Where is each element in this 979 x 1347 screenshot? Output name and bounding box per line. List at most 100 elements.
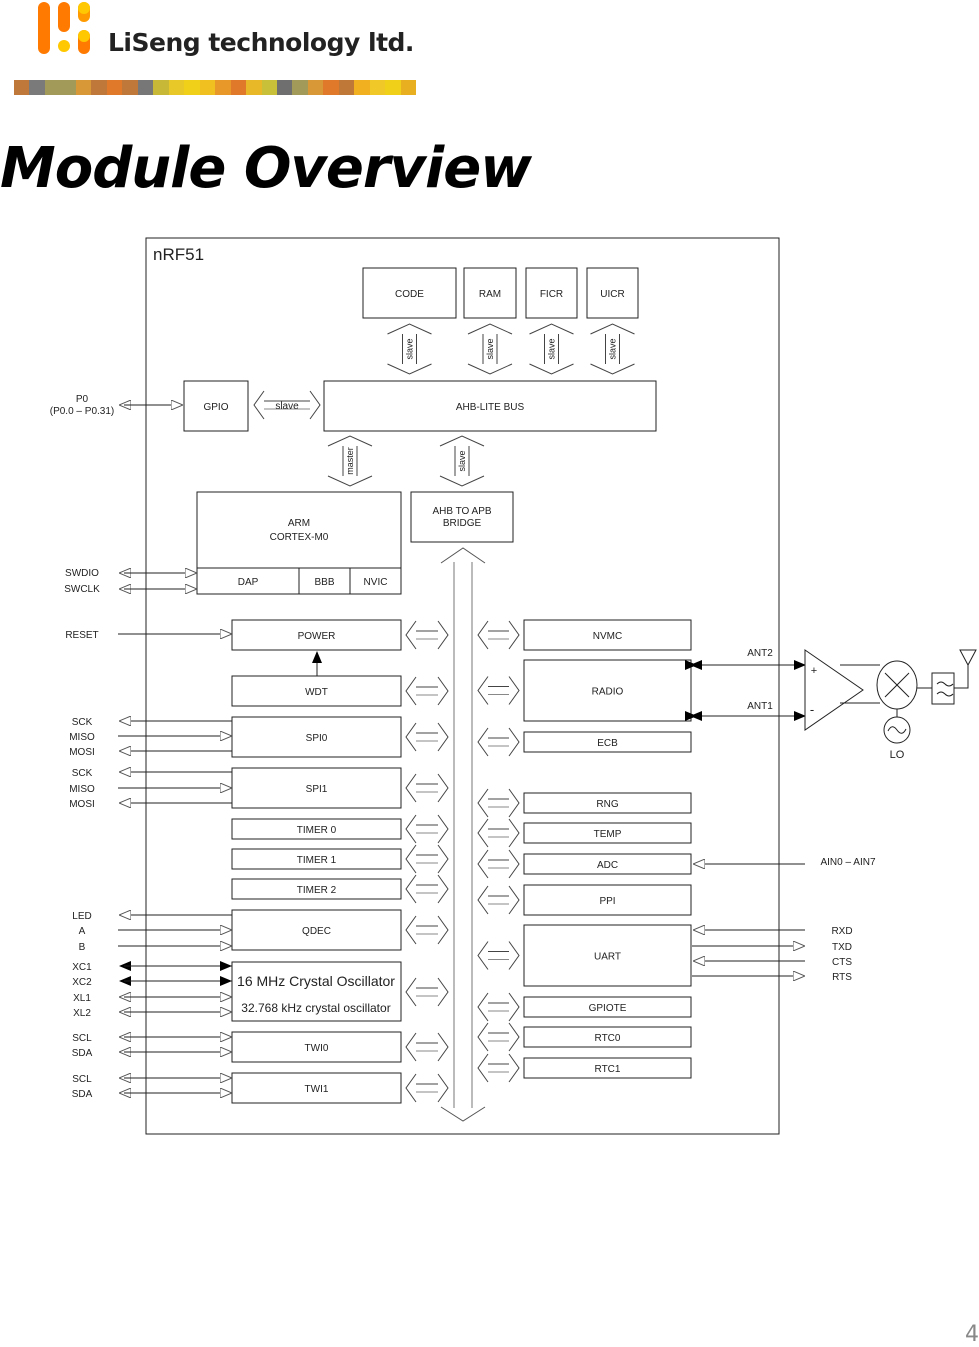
memory-slave-arrow-2-head-bottom xyxy=(529,363,574,375)
peripheral-timer1-label: TIMER 1 xyxy=(297,855,337,866)
apb-arrow-timer1-head-right xyxy=(437,844,449,874)
bridge-slave-arrow-label: slave xyxy=(457,450,467,471)
peripheral-rng-label: RNG xyxy=(596,799,618,810)
pin-twi1-scl: SCL xyxy=(72,1074,92,1085)
pin-qdec-led: LED xyxy=(72,911,91,922)
apb-arrow-osc-head-right xyxy=(437,977,449,1007)
pin-spi1-miso: MISO xyxy=(69,784,95,795)
ahb-lite-bus-label: AHB-LITE BUS xyxy=(456,402,525,413)
apb-arrow-wdt-head-right xyxy=(437,676,449,706)
pin-ain: AIN0 – AIN7 xyxy=(820,857,875,868)
peripheral-spi1-label: SPI1 xyxy=(306,784,328,795)
apb-arrow-osc-head-left xyxy=(405,977,417,1007)
amp-plus-label: + xyxy=(811,665,817,677)
apb-arrow-twi0-head-right xyxy=(437,1032,449,1062)
pin-twi0-sda: SDA xyxy=(72,1048,93,1059)
peripheral-ecb-label: ECB xyxy=(597,738,618,749)
apb-arrow-twi1-head-right xyxy=(437,1073,449,1103)
apb-arrow-nvmc-head-right xyxy=(508,620,520,650)
peripheral-gpiote-label: GPIOTE xyxy=(589,1003,627,1014)
apb-arrow-ppi-head-left xyxy=(477,885,489,915)
filter-icon xyxy=(931,672,955,705)
apb-arrow-timer0-head-right xyxy=(437,814,449,844)
bridge-label-line1: AHB TO APB xyxy=(432,506,491,517)
peripheral-timer2-label: TIMER 2 xyxy=(297,885,337,896)
apb-arrow-temp-head-right xyxy=(508,818,520,848)
osc16-label: 16 MHz Crystal Oscillator xyxy=(237,973,395,989)
cpu-master-arrow-label: master xyxy=(345,447,355,475)
gpio-slave-arrow-head-right xyxy=(309,390,321,420)
p0-range-label: (P0.0 – P0.31) xyxy=(50,406,114,417)
peripheral-rtc1-label: RTC1 xyxy=(595,1064,621,1075)
apb-arrow-radio-head-left xyxy=(477,676,489,705)
apb-arrow-temp-head-left xyxy=(477,818,489,848)
block-diagram: nRF51 CODE slave RAM slave FICR slave UICR slav… xyxy=(50,237,977,1135)
cpu-label-line2: CORTEX-M0 xyxy=(270,532,329,543)
apb-arrow-gpiote-head-left xyxy=(477,992,489,1022)
pin-twi0-scl: SCL xyxy=(72,1033,92,1044)
pin-reset: RESET xyxy=(65,630,98,641)
pin-uart-cts: CTS xyxy=(832,957,852,968)
peripheral-twi0-label: TWI0 xyxy=(305,1043,329,1054)
apb-arrow-rng-head-right xyxy=(508,788,520,818)
cpu-master-arrow-head-top xyxy=(327,435,373,447)
apb-arrow-spi0-head-right xyxy=(437,722,449,752)
memory-slave-arrow-3-label: slave xyxy=(608,338,618,359)
apb-arrow-timer1-head-left xyxy=(405,844,417,874)
memory-slave-arrow-3-head-bottom xyxy=(590,363,635,375)
pin-osc-xc2: XC2 xyxy=(72,977,92,988)
memory-slave-arrow-0-head-bottom xyxy=(387,363,432,375)
apb-arrow-power-head-left xyxy=(405,620,417,650)
apb-arrow-spi1-head-left xyxy=(405,773,417,803)
osc32-label: 32.768 kHz crystal oscillator xyxy=(241,1001,390,1015)
memory-slave-arrow-1-head-top xyxy=(467,323,513,335)
peripheral-radio-label: RADIO xyxy=(592,687,624,698)
apb-bus-head-top xyxy=(440,547,486,564)
apb-arrow-timer2-head-left xyxy=(405,874,417,904)
peripheral-adc-label: ADC xyxy=(597,860,618,871)
memory-slave-arrow-2-label: slave xyxy=(547,338,557,359)
apb-arrow-rtc0-head-left xyxy=(477,1022,489,1052)
lo-label: LO xyxy=(890,749,905,761)
apb-arrow-qdec-head-left xyxy=(405,915,417,945)
memory-block-code-label: CODE xyxy=(395,289,424,300)
pin-osc-xl1: XL1 xyxy=(73,993,91,1004)
pin-spi0-sck: SCK xyxy=(72,717,93,728)
apb-arrow-uart-head-left xyxy=(477,941,489,970)
pin-spi0-mosi: MOSI xyxy=(69,747,95,758)
peripheral-temp-label: TEMP xyxy=(594,829,622,840)
memory-slave-arrow-1-head-bottom xyxy=(467,363,513,375)
apb-arrow-nvmc-head-left xyxy=(477,620,489,650)
ant1-arrow-left xyxy=(690,711,702,721)
pin-osc-xl2: XL2 xyxy=(73,1008,91,1019)
peripheral-qdec-label: QDEC xyxy=(302,926,331,937)
cpu-dap-block-label: DAP xyxy=(238,577,259,588)
ahb-apb-bridge xyxy=(410,491,514,543)
pin-spi1-sck: SCK xyxy=(72,768,93,779)
apb-arrow-gpiote-head-right xyxy=(508,992,520,1022)
apb-arrow-rtc1-head-left xyxy=(477,1053,489,1083)
pin-uart-rxd: RXD xyxy=(831,926,852,937)
chip-label: nRF51 xyxy=(153,245,204,264)
pin-qdec-a: A xyxy=(79,926,86,937)
cpu-nvic-block-label: NVIC xyxy=(364,577,388,588)
diagram-elements: CODE slave RAM slave FICR slave UICR slave GPIO s… xyxy=(50,267,977,1122)
gpio-slave-arrow-label: slave xyxy=(275,401,299,412)
apb-arrow-qdec-head-right xyxy=(437,915,449,945)
apb-arrow-rtc1-head-right xyxy=(508,1053,520,1083)
apb-arrow-spi1-head-right xyxy=(437,773,449,803)
apb-arrow-adc-head-left xyxy=(477,849,489,879)
apb-arrow-twi0-head-left xyxy=(405,1032,417,1062)
apb-arrow-timer2-head-right xyxy=(437,874,449,904)
bridge-slave-arrow-head-top xyxy=(439,435,485,447)
apb-arrow-timer0-head-left xyxy=(405,814,417,844)
pin-swdio: SWDIO xyxy=(65,568,99,579)
apb-arrow-ecb-head-left xyxy=(477,727,489,757)
pin-uart-txd: TXD xyxy=(832,942,852,953)
apb-arrow-power-head-right xyxy=(437,620,449,650)
pin-swclk: SWCLK xyxy=(64,584,100,595)
apb-arrow-ecb-head-right xyxy=(508,727,520,757)
peripheral-twi1-label: TWI1 xyxy=(305,1084,329,1095)
apb-arrow-adc-head-right xyxy=(508,849,520,879)
peripheral-rtc0-label: RTC0 xyxy=(595,1033,621,1044)
